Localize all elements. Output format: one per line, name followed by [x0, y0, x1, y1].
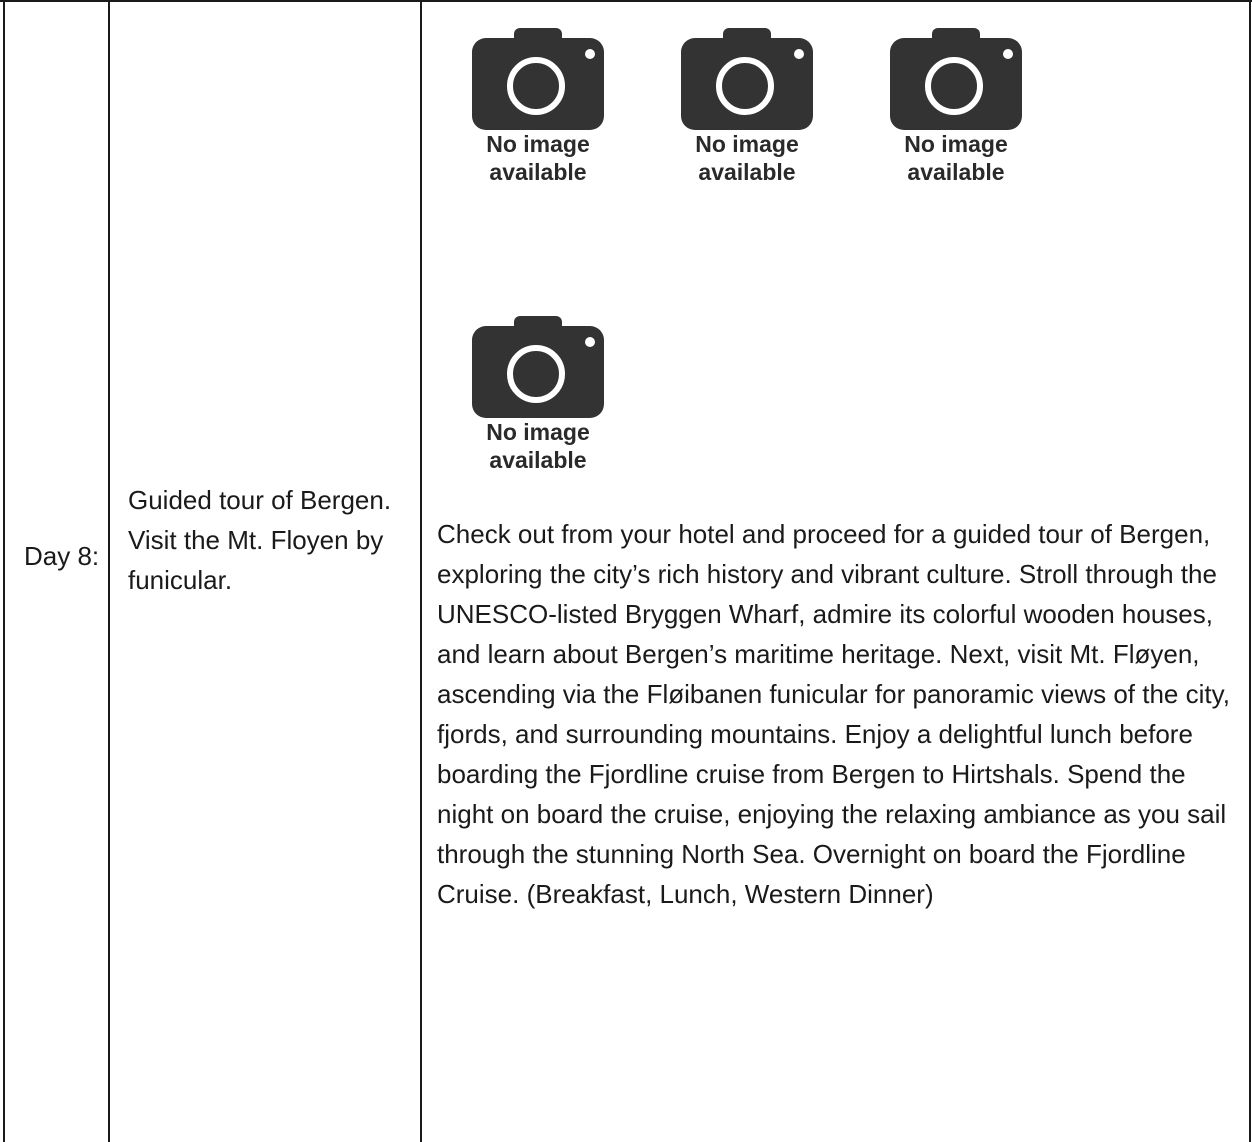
photo-placeholder-3: No image available	[888, 26, 1028, 196]
camera-icon	[679, 26, 819, 132]
photo-placeholder-1: No image available	[470, 26, 610, 196]
camera-icon	[888, 26, 1028, 132]
photo-caption: No image available	[486, 131, 590, 185]
table-left-border	[3, 0, 5, 1142]
photo-placeholder-4: No image available	[470, 314, 610, 484]
table-right-border	[1249, 0, 1251, 1142]
column-divider-2	[420, 0, 422, 1142]
column-divider-1	[108, 0, 110, 1142]
day-label: Day 8:	[24, 541, 100, 571]
photo-caption: No image available	[486, 419, 590, 473]
photo-caption: No image available	[904, 131, 1008, 185]
photo-caption: No image available	[695, 131, 799, 185]
photo-placeholder-2: No image available	[679, 26, 819, 196]
camera-icon	[470, 314, 610, 420]
day-description: Check out from your hotel and proceed fo…	[437, 519, 1230, 909]
itinerary-table: Day 8: Guided tour of Bergen. Visit the …	[0, 0, 1252, 1142]
camera-icon	[470, 26, 610, 132]
table-top-border	[0, 0, 1252, 2]
day-summary: Guided tour of Bergen. Visit the Mt. Flo…	[128, 485, 392, 595]
